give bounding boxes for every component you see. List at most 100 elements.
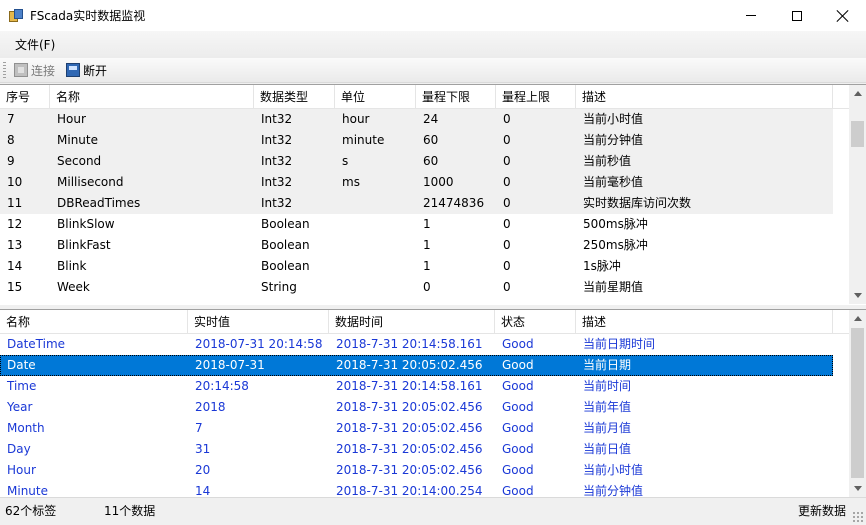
cell-max: 0	[503, 217, 511, 231]
cell-name: Time	[7, 379, 37, 393]
cell-max: 0	[503, 238, 511, 252]
cell-unit: ms	[342, 175, 360, 189]
window-title: FScada实时数据监视	[30, 9, 146, 23]
cell-type: Int32	[261, 112, 293, 126]
scroll-up-button[interactable]	[849, 310, 866, 327]
cell-time: 2018-7-31 20:05:02.456	[336, 400, 483, 414]
cell-value: 7	[195, 421, 203, 435]
cell-time: 2018-7-31 20:05:02.456	[336, 442, 483, 456]
maximize-button[interactable]	[774, 0, 820, 31]
minimize-button[interactable]	[728, 0, 774, 31]
cell-status: Good	[502, 421, 534, 435]
tag-col-unit[interactable]: 单位	[335, 85, 416, 109]
cell-name: Minute	[57, 133, 98, 147]
table-row[interactable]: Hour 20 2018-7-31 20:05:02.456 Good 当前小时值	[0, 460, 833, 481]
scroll-thumb[interactable]	[851, 121, 864, 147]
table-row[interactable]: 14 Blink Boolean 1 0 1s脉冲	[0, 256, 833, 277]
cell-unit: minute	[342, 133, 385, 147]
cell-time: 2018-7-31 20:14:00.254	[336, 484, 483, 497]
table-row[interactable]: 13 BlinkFast Boolean 1 0 250ms脉冲	[0, 235, 833, 256]
cell-unit	[335, 214, 416, 235]
minimize-icon	[746, 15, 756, 16]
cell-unit: s	[342, 154, 349, 168]
table-row[interactable]: 8 Minute Int32 minute 60 0 当前分钟值	[0, 130, 833, 151]
tag-col-index[interactable]: 序号	[0, 85, 50, 109]
tag-col-desc[interactable]: 描述	[576, 85, 833, 109]
cell-type: Boolean	[261, 259, 310, 273]
cell-min: 1000	[423, 175, 454, 189]
scroll-thumb[interactable]	[851, 328, 864, 478]
cell-name: Year	[7, 400, 33, 414]
cell-max: 0	[503, 112, 511, 126]
toolbar-grip[interactable]	[3, 61, 6, 79]
cell-desc: 实时数据库访问次数	[583, 196, 692, 210]
cell-desc: 1s脉冲	[583, 259, 621, 273]
table-row[interactable]: 12 BlinkSlow Boolean 1 0 500ms脉冲	[0, 214, 833, 235]
scroll-down-button[interactable]	[849, 480, 866, 497]
scroll-up-button[interactable]	[849, 85, 866, 102]
cell-desc: 当前日期	[583, 358, 632, 372]
maximize-icon	[792, 10, 802, 21]
value-table-scrollbar[interactable]	[849, 310, 866, 497]
cell-desc: 当前月值	[583, 421, 632, 435]
cell-index: 15	[7, 280, 23, 294]
cell-min: 1	[423, 217, 431, 231]
close-button[interactable]	[820, 0, 866, 31]
cell-max: 0	[503, 196, 511, 210]
table-row[interactable]: DateTime 2018-07-31 20:14:58 2018-7-31 20:…	[0, 334, 833, 355]
cell-index: 9	[7, 154, 15, 168]
cell-status: Good	[502, 442, 534, 456]
toolbar: 连接 断开	[0, 58, 866, 83]
cell-name: Minute	[7, 484, 48, 497]
value-col-status[interactable]: 状态	[495, 310, 576, 334]
cell-value: 2018-07-31	[195, 358, 265, 372]
cell-min: 1	[423, 238, 431, 252]
close-icon	[837, 10, 849, 22]
tag-table-scrollbar[interactable]	[849, 85, 866, 304]
table-row[interactable]: 10 Millisecond Int32 ms 1000 0 当前毫秒值	[0, 172, 833, 193]
cell-status: Good	[502, 484, 534, 497]
table-row[interactable]: 11 DBReadTimes Int32 21474836 0 实时数据库访问次数	[0, 193, 833, 214]
table-row[interactable]: 9 Second Int32 s 60 0 当前秒值	[0, 151, 833, 172]
tag-col-type[interactable]: 数据类型	[254, 85, 335, 109]
cell-index: 7	[7, 112, 15, 126]
cell-status: Good	[502, 463, 534, 477]
cell-desc: 当前年值	[583, 400, 632, 414]
tag-col-name[interactable]: 名称	[50, 85, 254, 109]
table-row[interactable]: 15 Week String 0 0 当前星期值	[0, 277, 833, 298]
cell-unit	[335, 235, 416, 256]
cell-desc: 当前星期值	[583, 280, 644, 294]
cell-desc: 当前毫秒值	[583, 175, 644, 189]
cell-status: Good	[502, 358, 534, 372]
cell-desc: 当前分钟值	[583, 484, 644, 497]
cell-name: Week	[57, 280, 90, 294]
value-col-time[interactable]: 数据时间	[329, 310, 495, 334]
cell-name: Second	[57, 154, 102, 168]
table-row[interactable]: Month 7 2018-7-31 20:05:02.456 Good 当前月值	[0, 418, 833, 439]
value-col-value[interactable]: 实时值	[188, 310, 329, 334]
value-col-desc[interactable]: 描述	[576, 310, 833, 334]
tag-col-min[interactable]: 量程下限	[416, 85, 496, 109]
cell-min: 21474836	[423, 196, 485, 210]
cell-time: 2018-7-31 20:14:58.161	[336, 337, 483, 351]
table-row[interactable]: Year 2018 2018-7-31 20:05:02.456 Good 当前年值	[0, 397, 833, 418]
cell-min: 24	[423, 112, 439, 126]
table-row[interactable]: Date 2018-07-31 2018-7-31 20:05:02.456 Good…	[0, 355, 833, 376]
cell-unit	[335, 256, 416, 277]
table-row[interactable]: 7 Hour Int32 hour 24 0 当前小时值	[0, 109, 833, 130]
scroll-down-button[interactable]	[849, 287, 866, 304]
cell-value: 20:14:58	[195, 379, 249, 393]
cell-index: 12	[7, 217, 23, 231]
tag-col-max[interactable]: 量程上限	[496, 85, 576, 109]
table-row[interactable]: Day 31 2018-7-31 20:05:02.456 Good 当前日值	[0, 439, 833, 460]
cell-min: 0	[423, 280, 431, 294]
value-col-name[interactable]: 名称	[0, 310, 188, 334]
menu-file[interactable]: 文件(F)	[8, 34, 62, 56]
cell-name: DateTime	[7, 337, 66, 351]
table-row[interactable]: Minute 14 2018-7-31 20:14:00.254 Good 当前分钟值	[0, 481, 833, 497]
resize-grip-icon[interactable]	[852, 511, 864, 523]
connect-button[interactable]: 连接	[11, 60, 58, 81]
tag-rows: 7 Hour Int32 hour 24 0 当前小时值 8 Minute Int32 minute…	[0, 109, 833, 298]
table-row[interactable]: Time 20:14:58 2018-7-31 20:14:58.161 Good 当前…	[0, 376, 833, 397]
disconnect-button[interactable]: 断开	[63, 60, 110, 81]
